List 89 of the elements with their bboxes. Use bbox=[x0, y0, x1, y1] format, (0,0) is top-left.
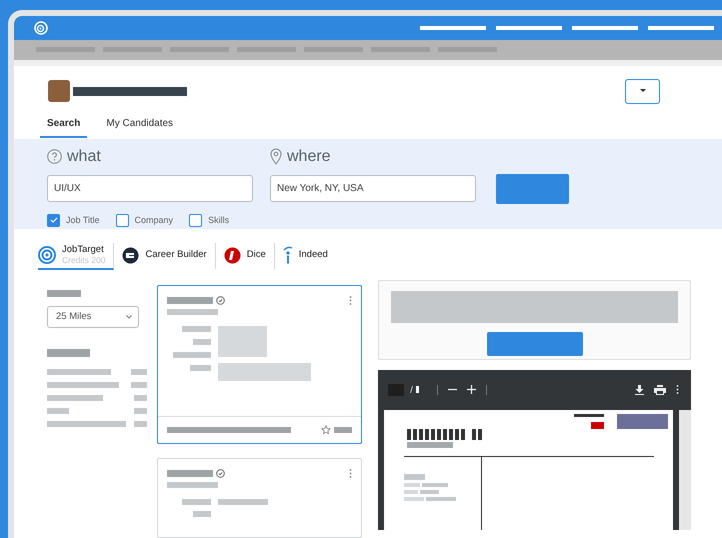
nav-link-bar[interactable] bbox=[496, 26, 562, 30]
placeholder-bar bbox=[131, 368, 147, 375]
dice-logo-icon bbox=[224, 246, 241, 264]
zoom-in-icon[interactable] bbox=[467, 385, 476, 394]
tab[interactable]: My Candidates bbox=[99, 112, 180, 138]
placeholder-bar bbox=[182, 498, 211, 505]
slash-icon bbox=[410, 386, 413, 394]
placeholder-bar bbox=[190, 364, 211, 371]
distance-select[interactable]: 25 Miles bbox=[47, 306, 139, 328]
source-tab[interactable]: Career Builder bbox=[122, 242, 216, 270]
what-input-field[interactable]: UI/UX bbox=[47, 175, 253, 202]
more-icon[interactable] bbox=[676, 385, 679, 394]
brand-logo-icon bbox=[591, 422, 604, 429]
placeholder-bar bbox=[404, 496, 424, 501]
placeholder-bar bbox=[193, 510, 211, 517]
source-tab[interactable]: Indeed bbox=[282, 242, 336, 270]
placeholder-bar bbox=[404, 482, 420, 487]
placeholder-bar bbox=[193, 338, 211, 345]
where-input-field[interactable]: New York, NY, USA bbox=[270, 175, 476, 202]
placeholder-bar bbox=[47, 382, 119, 388]
star-icon[interactable] bbox=[321, 424, 331, 435]
placeholder-bar bbox=[173, 352, 211, 358]
placeholder-bar bbox=[443, 428, 447, 440]
placeholder-bar bbox=[167, 470, 213, 477]
avatar bbox=[48, 80, 70, 102]
placeholder-bar bbox=[167, 296, 213, 304]
placeholder-bar bbox=[404, 474, 425, 480]
page-count-bar bbox=[416, 386, 419, 394]
placeholder-bar bbox=[478, 428, 482, 440]
checkbox[interactable] bbox=[189, 214, 202, 227]
nav-link-bar[interactable] bbox=[648, 26, 714, 30]
placeholder-bar bbox=[182, 326, 211, 332]
placeholder-bar bbox=[134, 408, 147, 414]
placeholder-bar bbox=[131, 382, 147, 388]
where-label: where bbox=[287, 148, 331, 166]
download-icon[interactable] bbox=[635, 384, 644, 395]
placeholder-bar bbox=[167, 482, 218, 488]
placeholder-bar bbox=[47, 368, 111, 375]
placeholder-bar bbox=[404, 490, 418, 494]
spiral-logo-icon[interactable] bbox=[34, 20, 48, 35]
placeholder-bar bbox=[413, 428, 417, 440]
placeholder-bar bbox=[407, 442, 453, 448]
page-number-field[interactable] bbox=[388, 384, 404, 396]
dropdown-button[interactable] bbox=[625, 78, 660, 104]
print-icon[interactable] bbox=[654, 384, 666, 395]
placeholder-bar bbox=[426, 496, 456, 501]
placeholder-bar bbox=[407, 428, 411, 440]
chevron-down-icon bbox=[126, 314, 132, 319]
placeholder-bar bbox=[47, 290, 81, 297]
indeed-logo-icon bbox=[282, 246, 293, 264]
placeholder-bar bbox=[437, 428, 441, 440]
placeholder-bar bbox=[461, 428, 465, 440]
check-circle-icon bbox=[216, 296, 225, 305]
placeholder-bar bbox=[167, 308, 218, 315]
placeholder-bar bbox=[47, 408, 69, 414]
target-logo-icon bbox=[38, 246, 56, 264]
source-tab[interactable]: Dice bbox=[224, 242, 275, 270]
placeholder-bar bbox=[449, 428, 453, 440]
checkbox[interactable] bbox=[116, 214, 129, 227]
check-circle-icon bbox=[216, 468, 225, 478]
placeholder-bar bbox=[422, 482, 448, 487]
what-label: what bbox=[67, 148, 101, 166]
checkbox-label: Company bbox=[134, 215, 174, 226]
placeholder-bar bbox=[425, 428, 429, 440]
help-icon bbox=[47, 149, 62, 164]
caret-icon bbox=[640, 89, 646, 94]
placeholder-bar bbox=[334, 426, 352, 433]
location-pin-icon bbox=[270, 148, 282, 166]
placeholder-bar bbox=[455, 428, 459, 440]
placeholder-bar bbox=[218, 326, 267, 357]
nav-link-bar[interactable] bbox=[572, 26, 638, 30]
placeholder-bar bbox=[574, 414, 604, 417]
checkbox[interactable] bbox=[47, 214, 60, 227]
placeholder-bar bbox=[218, 498, 268, 505]
nav-link-bar[interactable] bbox=[420, 26, 486, 30]
source-tab[interactable]: JobTarget Credits 200 bbox=[38, 242, 114, 270]
placeholder-bar bbox=[134, 420, 147, 427]
placeholder-bar bbox=[617, 414, 668, 429]
placeholder-bar bbox=[472, 428, 476, 440]
checkbox-label: Job Title bbox=[66, 215, 100, 226]
placeholder-bar bbox=[47, 394, 103, 401]
placeholder-bar bbox=[431, 428, 435, 440]
placeholder-bar bbox=[47, 348, 90, 357]
action-button[interactable] bbox=[486, 332, 582, 356]
check-icon bbox=[50, 216, 58, 224]
placeholder-bar bbox=[420, 490, 439, 494]
placeholder-bar bbox=[419, 428, 423, 440]
placeholder-bar bbox=[134, 394, 147, 401]
checkbox-label: Skills bbox=[208, 215, 230, 226]
